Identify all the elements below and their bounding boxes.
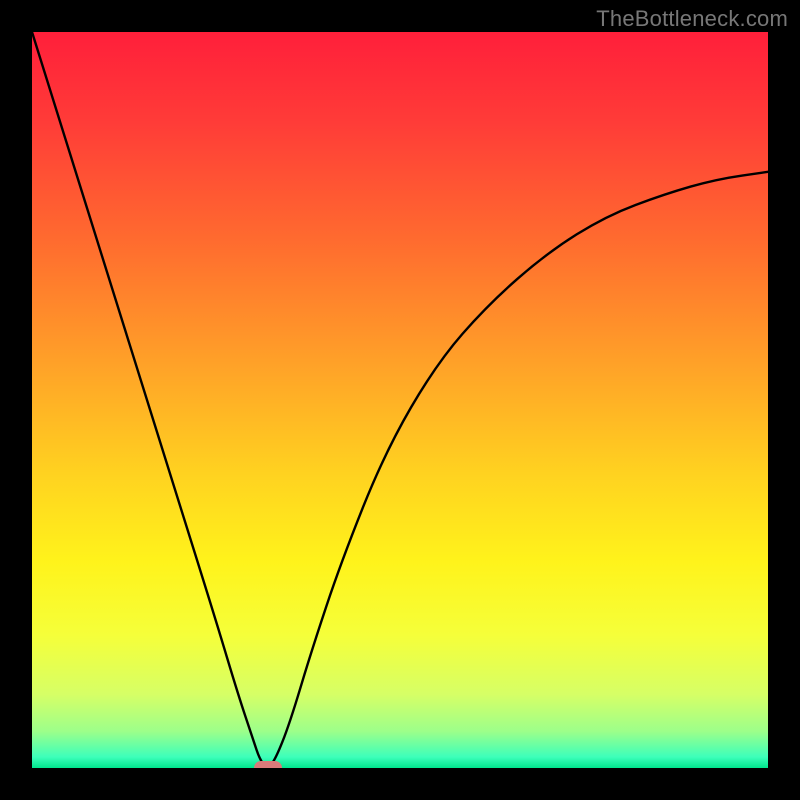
plot-area xyxy=(32,32,768,768)
chart-svg xyxy=(32,32,768,768)
watermark-text: TheBottleneck.com xyxy=(596,6,788,32)
chart-frame: TheBottleneck.com xyxy=(0,0,800,800)
optimal-marker xyxy=(254,761,282,768)
gradient-background xyxy=(32,32,768,768)
